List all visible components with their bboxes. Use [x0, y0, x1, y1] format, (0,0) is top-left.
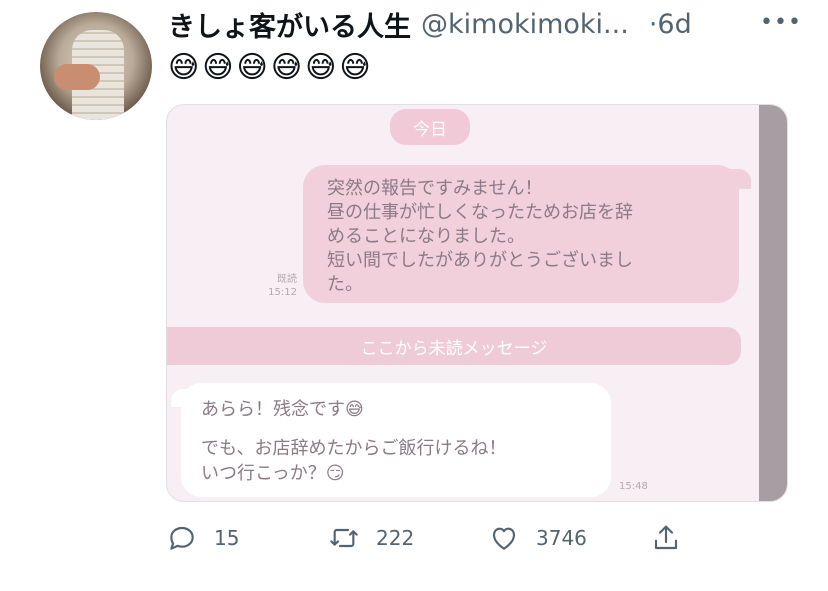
- outgoing-message-line: めることになりました。: [327, 226, 525, 247]
- outgoing-message-time: 15:12: [268, 287, 297, 298]
- incoming-message-line: あらら！残念です😅: [201, 399, 364, 420]
- retweet-button[interactable]: 222: [328, 518, 414, 558]
- incoming-message-line: いつ行こっか？😏: [201, 463, 345, 484]
- incoming-message-bubble: あらら！残念です😅 でも、お店辞めたからご飯行けるね！ いつ行こっか？😏: [171, 383, 611, 497]
- like-button[interactable]: 3746: [488, 518, 587, 558]
- tweet-text: 😅😅😅😅😅😅: [168, 50, 374, 85]
- reply-count: 15: [214, 526, 240, 550]
- author-name[interactable]: きしょ客がいる人生: [168, 5, 411, 44]
- tweet-actions-bar: 15 222 3746: [166, 518, 726, 558]
- tweet-timestamp[interactable]: 6d: [657, 9, 691, 40]
- avatar[interactable]: [40, 12, 152, 120]
- author-handle[interactable]: @kimokimoki...: [421, 9, 629, 40]
- incoming-bubble-tail: [171, 389, 193, 407]
- like-count: 3746: [536, 526, 587, 550]
- screenshot-scrollbar-strip: [759, 105, 787, 501]
- incoming-message-line: でも、お店辞めたからご飯行けるね！: [201, 438, 507, 459]
- chat-date-label: 今日: [390, 109, 470, 145]
- more-options-icon[interactable]: •••: [760, 10, 802, 35]
- share-button[interactable]: [650, 518, 698, 558]
- outgoing-message-bubble: 突然の報告ですみません！ 昼の仕事が忙しくなったためお店を辞 めることになりまし…: [303, 165, 751, 303]
- outgoing-message-line: 昼の仕事が忙しくなったためお店を辞: [327, 202, 633, 223]
- heart-icon: [492, 527, 516, 550]
- tweet-header: きしょ客がいる人生 @kimokimoki... · 6d: [168, 4, 798, 44]
- outgoing-message-line: 突然の報告ですみません！: [327, 178, 543, 199]
- reply-icon: [170, 526, 194, 550]
- separator-dot: ·: [648, 8, 658, 40]
- outgoing-message-line: 短い間でしたがありがとうございまし: [327, 250, 633, 271]
- outgoing-message-line: た。: [327, 274, 363, 295]
- read-receipt: 既読 15:12: [257, 273, 297, 299]
- share-icon: [654, 525, 678, 550]
- retweet-count: 222: [376, 526, 415, 550]
- avatar-photo-hand: [54, 64, 100, 90]
- tweet-media-image[interactable]: 今日 既読 15:12 突然の報告ですみません！ 昼の仕事が忙しくなったためお店…: [166, 104, 788, 502]
- incoming-message-time: 15:48: [619, 481, 648, 492]
- unread-messages-divider: ここから未読メッセージ: [167, 327, 741, 365]
- read-label: 既読: [277, 274, 297, 285]
- retweet-icon: [330, 528, 358, 548]
- reply-button[interactable]: 15: [166, 518, 239, 558]
- outgoing-bubble-tail: [727, 169, 751, 189]
